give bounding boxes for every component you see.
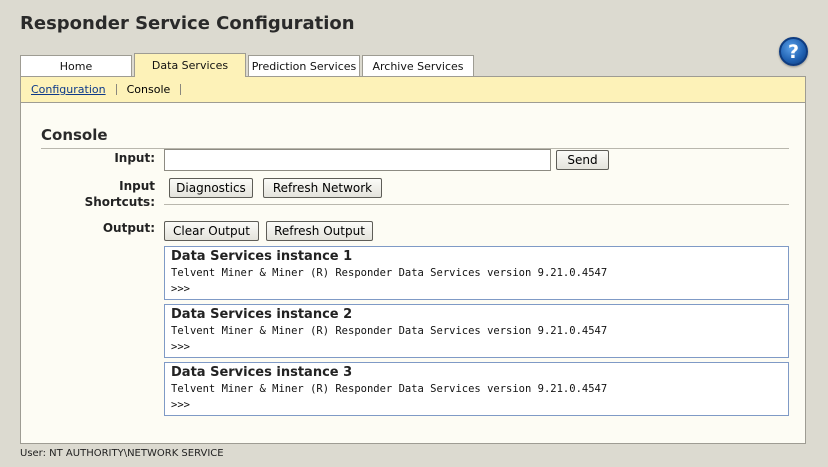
output-label: Output: bbox=[102, 221, 155, 235]
output-prompt: >>> bbox=[171, 341, 190, 353]
subnav-configuration-link[interactable]: Configuration bbox=[31, 83, 106, 96]
subnav-separator bbox=[180, 84, 182, 95]
output-version-line: Telvent Miner & Miner (R) Responder Data… bbox=[171, 383, 608, 395]
sub-navigation: Configuration Console bbox=[20, 76, 806, 102]
shortcuts-label: Input Shortcuts: bbox=[61, 178, 155, 210]
output-box-instance-2: Data Services instance 2 Telvent Miner &… bbox=[164, 304, 789, 358]
subnav-console: Console bbox=[126, 83, 171, 96]
output-version-line: Telvent Miner & Miner (R) Responder Data… bbox=[171, 267, 608, 279]
shortcuts-label-line1: Input bbox=[119, 179, 155, 193]
input-label: Input: bbox=[114, 151, 155, 165]
console-panel: Console Input: Send Input Shortcuts: Dia… bbox=[20, 102, 806, 444]
output-title: Data Services instance 1 bbox=[171, 249, 353, 264]
tab-prediction-services[interactable]: Prediction Services bbox=[248, 55, 360, 77]
output-box-instance-1: Data Services instance 1 Telvent Miner &… bbox=[164, 246, 789, 300]
footer-user: User: NT AUTHORITY\NETWORK SERVICE bbox=[20, 448, 224, 459]
send-button[interactable]: Send bbox=[556, 150, 609, 170]
section-title: Console bbox=[41, 126, 108, 144]
refresh-network-button[interactable]: Refresh Network bbox=[263, 178, 382, 198]
output-prompt: >>> bbox=[171, 399, 190, 411]
shortcuts-label-line2: Shortcuts: bbox=[84, 195, 155, 209]
output-prompt: >>> bbox=[171, 283, 190, 295]
output-title: Data Services instance 2 bbox=[171, 307, 353, 322]
tab-data-services[interactable]: Data Services bbox=[134, 53, 246, 77]
console-input[interactable] bbox=[164, 149, 551, 171]
app-title: Responder Service Configuration bbox=[20, 13, 355, 34]
clear-output-button[interactable]: Clear Output bbox=[164, 221, 259, 241]
diagnostics-button[interactable]: Diagnostics bbox=[169, 178, 253, 198]
shortcuts-divider bbox=[164, 204, 789, 205]
refresh-output-button[interactable]: Refresh Output bbox=[266, 221, 373, 241]
tab-home[interactable]: Home bbox=[20, 55, 132, 77]
help-icon[interactable]: ? bbox=[779, 37, 808, 66]
output-version-line: Telvent Miner & Miner (R) Responder Data… bbox=[171, 325, 608, 337]
output-box-instance-3: Data Services instance 3 Telvent Miner &… bbox=[164, 362, 789, 416]
subnav-separator bbox=[115, 84, 117, 95]
output-title: Data Services instance 3 bbox=[171, 365, 353, 380]
tab-archive-services[interactable]: Archive Services bbox=[362, 55, 474, 77]
